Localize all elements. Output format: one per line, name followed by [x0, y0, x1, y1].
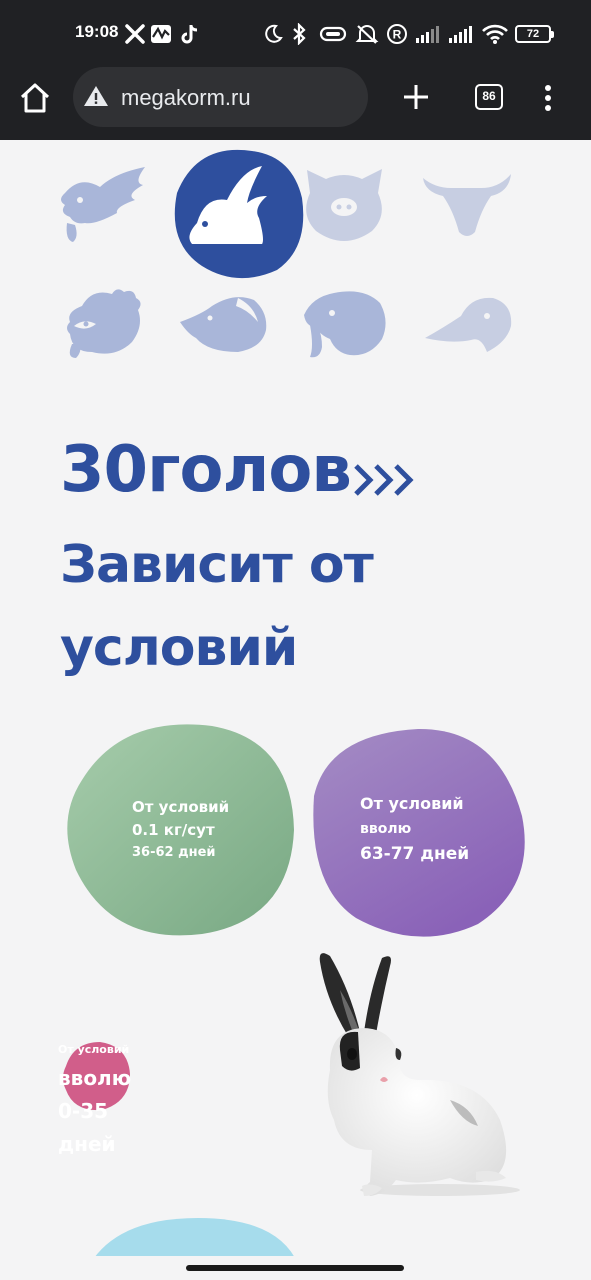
rooster-icon[interactable] — [62, 286, 144, 366]
home-gesture-handle[interactable] — [186, 1265, 404, 1271]
pig-icon[interactable] — [302, 165, 387, 249]
cattle-icon[interactable] — [421, 170, 513, 244]
head-count-title: 30голов — [60, 433, 352, 507]
browser-toolbar: megakorm.ru 86 — [0, 66, 591, 140]
subtitle-line-1: Зависит от — [60, 535, 374, 595]
pink-card-line-2: вволю — [58, 1066, 132, 1090]
chevrons-right-icon — [352, 458, 424, 506]
mute-icon — [355, 22, 379, 46]
url-text[interactable]: megakorm.ru — [121, 85, 251, 111]
warning-icon[interactable] — [83, 84, 109, 112]
wifi-icon — [481, 22, 509, 46]
pink-card-line-4: дней — [58, 1132, 116, 1156]
tiktok-icon — [180, 22, 200, 46]
green-card-line-3: 36-62 дней — [132, 845, 216, 860]
signal-icon — [448, 22, 474, 46]
rabbit-photo — [319, 953, 520, 1196]
more-icon[interactable] — [544, 84, 552, 116]
purple-card-line-2: вволю — [360, 821, 412, 837]
vibrate-icon — [318, 22, 348, 46]
signal-icon — [415, 22, 441, 46]
purple-card-line-1: От условий — [360, 794, 464, 813]
subtitle-line-2: условий — [60, 618, 298, 678]
pulse-icon — [150, 22, 172, 46]
status-bar: 19:08 R 72 — [0, 0, 591, 66]
tabs-icon[interactable]: 86 — [475, 84, 503, 110]
bluetooth-icon — [291, 22, 307, 46]
screen: 19:08 R 72 megakorm.ru 86 30голов Зависи… — [0, 0, 591, 1280]
duck-icon[interactable] — [423, 292, 515, 358]
pink-card-line-1: От условий — [58, 1043, 130, 1056]
status-time: 19:08 — [75, 22, 119, 41]
pink-card-line-3: 0-35 — [58, 1099, 109, 1123]
turkey-icon[interactable] — [300, 287, 390, 367]
purple-card-line-3: 63-77 дней — [360, 844, 470, 864]
moon-icon — [263, 22, 283, 46]
battery-indicator: 72 — [515, 25, 554, 43]
purple-blob-shape — [313, 728, 525, 937]
new-tab-icon[interactable] — [402, 83, 430, 115]
rabbit-icon[interactable] — [167, 148, 307, 284]
green-card-line-1: От условий — [132, 798, 230, 816]
x-icon — [124, 22, 146, 46]
svg-text:R: R — [393, 28, 402, 42]
address-bar[interactable]: megakorm.ru — [73, 67, 368, 127]
green-card-line-2: 0.1 кг/сут — [132, 821, 215, 839]
registered-icon: R — [386, 22, 408, 46]
home-icon[interactable] — [18, 82, 52, 118]
parrot-icon[interactable] — [178, 292, 270, 358]
chicken-icon[interactable] — [55, 165, 150, 249]
